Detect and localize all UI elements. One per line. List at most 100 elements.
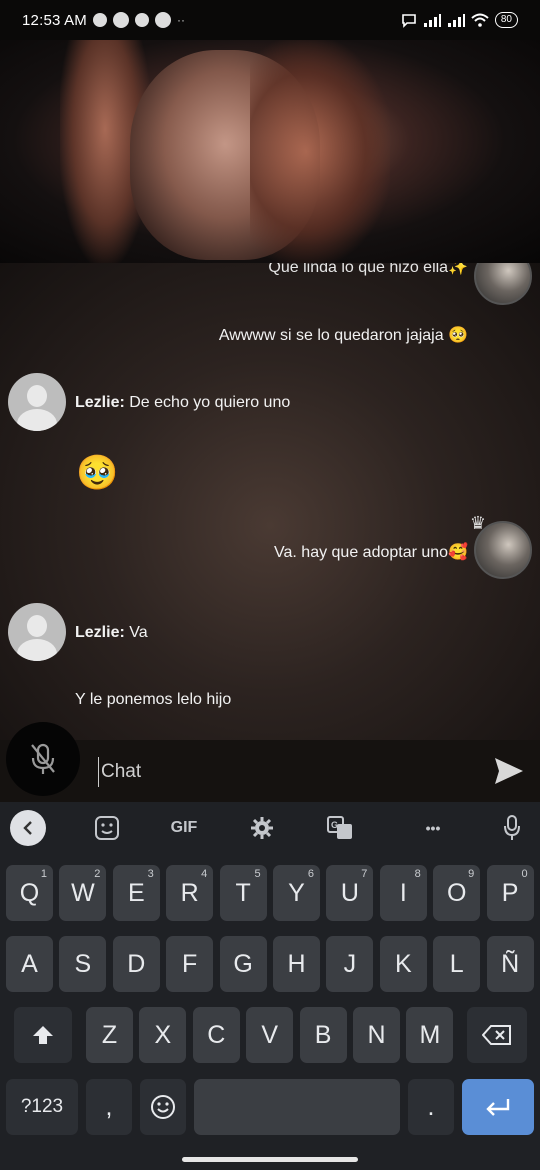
gear-icon [251, 817, 273, 839]
key-label: W [71, 878, 95, 907]
more-notifications-icon: ·· [176, 13, 185, 27]
avatar[interactable] [474, 263, 532, 305]
key-r[interactable]: R4 [166, 865, 214, 921]
chat-panel[interactable]: Que linda lo que hizo ella✨ Awwww si se … [0, 263, 540, 740]
translate-button[interactable]: G [326, 810, 354, 846]
key-label: O [446, 878, 467, 907]
app-icon [134, 13, 149, 27]
emoji-key[interactable] [140, 1079, 186, 1135]
comma-key[interactable]: , [86, 1079, 132, 1135]
enter-key[interactable] [462, 1079, 534, 1135]
key-d[interactable]: D [112, 936, 160, 992]
signal-icon-2 [447, 14, 465, 27]
chat-message: 🥹 [76, 454, 119, 492]
key-label: I [399, 878, 407, 907]
enter-icon [486, 1099, 510, 1116]
voice-input-button[interactable] [500, 810, 524, 846]
key-n[interactable]: N [353, 1007, 400, 1063]
space-key[interactable] [194, 1079, 400, 1135]
chat-message: Y le ponemos lelo hijo [75, 691, 232, 708]
settings-button[interactable] [248, 810, 276, 846]
key-number-hint: 9 [468, 868, 475, 880]
key-i[interactable]: I8 [379, 865, 427, 921]
key-z[interactable]: Z [86, 1007, 133, 1063]
sticker-icon [95, 816, 119, 840]
key-j[interactable]: J [326, 936, 374, 992]
key-f[interactable]: F [166, 936, 214, 992]
chat-status-icon [402, 14, 416, 28]
period-key[interactable]: . [408, 1079, 454, 1135]
backspace-key[interactable] [467, 1007, 527, 1063]
key-number-hint: 8 [414, 868, 421, 880]
avatar[interactable] [8, 603, 66, 661]
key-e[interactable]: E3 [112, 865, 160, 921]
key-q[interactable]: Q1 [6, 865, 53, 921]
backspace-icon [482, 1025, 511, 1045]
status-time: 12:53 AM [22, 11, 87, 29]
chat-message: Que linda lo que hizo ella✨ [268, 263, 468, 276]
key-g[interactable]: G [219, 936, 267, 992]
key-b[interactable]: B [299, 1007, 347, 1063]
key-s[interactable]: S [59, 936, 107, 992]
key-label: Y [288, 878, 305, 907]
send-button[interactable] [492, 754, 526, 788]
keyboard-back-button[interactable] [10, 810, 46, 846]
key-label: P [501, 878, 519, 907]
more-button[interactable]: ••• [420, 810, 446, 846]
key-u[interactable]: U7 [326, 865, 374, 921]
key-w[interactable]: W2 [59, 865, 107, 921]
shift-icon [33, 1026, 53, 1044]
key-number-hint: 6 [307, 868, 314, 880]
key-number-hint: 2 [94, 868, 101, 880]
chevron-left-icon [23, 821, 32, 835]
key-x[interactable]: X [139, 1007, 187, 1063]
battery-icon: 80 [494, 12, 518, 28]
emoji-icon [151, 1095, 175, 1119]
video-frame-hair-right [250, 40, 390, 263]
mic-muted-button[interactable] [6, 722, 80, 796]
chat-input[interactable] [98, 757, 478, 787]
app-icon-2 [154, 12, 171, 28]
key-v[interactable]: V [246, 1007, 294, 1063]
key-m[interactable]: M [406, 1007, 454, 1063]
home-indicator[interactable] [182, 1157, 358, 1162]
chat-message: Lezlie: Va [75, 624, 148, 642]
message-text: Va [129, 624, 148, 641]
key-label: U [340, 878, 359, 907]
key-label: T [235, 878, 251, 907]
message-text: De echo yo quiero uno [129, 394, 291, 411]
symbols-key[interactable]: ?123 [6, 1079, 78, 1135]
key-k[interactable]: K [379, 936, 427, 992]
key-o[interactable]: O9 [433, 865, 481, 921]
key-n-tilde[interactable]: Ñ [486, 936, 534, 992]
key-l[interactable]: L [433, 936, 481, 992]
avatar[interactable] [474, 521, 532, 579]
send-icon [495, 758, 523, 784]
key-h[interactable]: H [273, 936, 320, 992]
key-label: Q [19, 878, 40, 907]
sticker-button[interactable] [92, 810, 122, 846]
chat-input-bar [0, 722, 540, 802]
gif-button[interactable]: GIF [166, 810, 202, 846]
message-sender: Lezlie: [75, 624, 125, 641]
key-number-hint: 7 [361, 868, 368, 880]
video-player[interactable] [0, 40, 540, 263]
shift-key[interactable] [14, 1007, 72, 1063]
message-sender: Lezlie: [75, 394, 125, 411]
chat-message: Awwww si se lo quedaron jajaja 🥺 [218, 327, 468, 344]
key-c[interactable]: C [192, 1007, 240, 1063]
key-label: E [127, 878, 145, 907]
mic-icon [504, 815, 520, 840]
translate-icon: G [327, 816, 352, 839]
chat-message: Lezlie: De echo yo quiero uno [75, 394, 290, 412]
key-a[interactable]: A [6, 936, 53, 992]
mic-off-icon [31, 743, 55, 774]
signal-icon [423, 14, 441, 27]
keyboard: GIF G ••• Q1W2E3R4T5Y6U7I8O9P0 ASDFGHJKL… [0, 802, 540, 1170]
svg-text:G: G [331, 820, 338, 830]
notification-icon [112, 12, 129, 28]
key-t[interactable]: T5 [219, 865, 267, 921]
key-y[interactable]: Y6 [273, 865, 320, 921]
avatar[interactable] [8, 373, 66, 431]
key-p[interactable]: P0 [486, 865, 534, 921]
